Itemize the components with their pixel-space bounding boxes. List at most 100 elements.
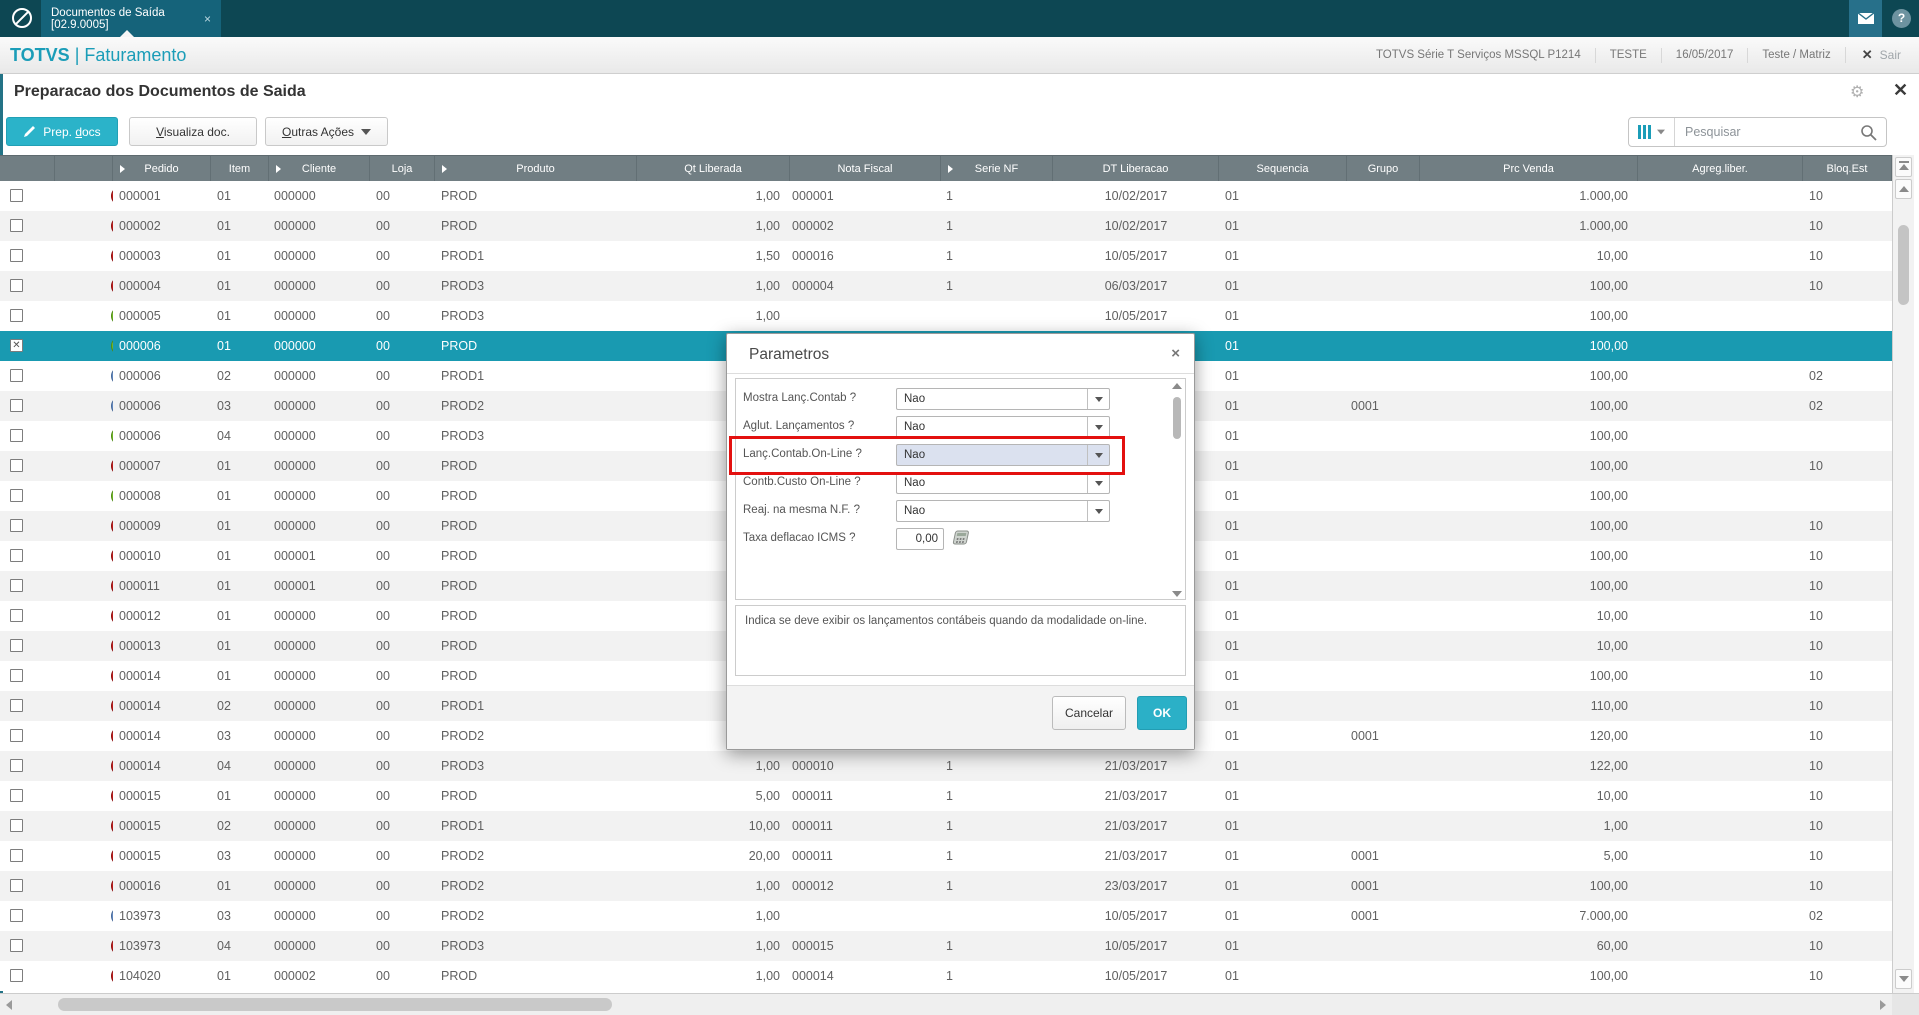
column-filter-button[interactable] [1629,118,1675,146]
table-row[interactable]: 000005 01 000000 00 PROD3 1,00 10/05/2017 01 100… [0,301,1892,331]
column-header-item[interactable]: Item [211,156,269,181]
column-header-bloq-est[interactable]: Bloq.Est [1803,156,1892,181]
row-checkbox[interactable] [10,279,23,292]
cell: 10 [1809,279,1823,293]
horizontal-scroll-thumb[interactable] [58,998,612,1011]
table-row[interactable]: 000015 02 000000 00 PROD1 10,00 000011 1 21/03/2… [0,811,1892,841]
row-checkbox[interactable] [10,249,23,262]
cell: 1 [946,849,953,863]
ok-button[interactable]: OK [1137,696,1187,730]
logout-button[interactable]: ✕ Sair [1844,47,1911,63]
table-row[interactable]: 104020 01 000002 00 PROD 1,00 000014 1 10/05/201… [0,961,1892,991]
row-checkbox[interactable] [10,879,23,892]
row-checkbox[interactable] [10,819,23,832]
combo-arrow-icon[interactable] [1087,417,1109,437]
row-checkbox[interactable] [10,219,23,232]
column-header-agreg-liber-[interactable]: Agreg.liber. [1638,156,1803,181]
row-checkbox[interactable] [10,549,23,562]
table-row[interactable]: 000001 01 000000 00 PROD 1,00 000001 1 10/02/201… [0,181,1892,211]
row-checkbox[interactable] [10,399,23,412]
column-header-produto[interactable]: Produto [435,156,637,181]
table-row[interactable]: 000016 01 000000 00 PROD2 1,00 000012 1 23/03/20… [0,871,1892,901]
table-row[interactable]: 000015 03 000000 00 PROD2 20,00 000011 1 21/03/2… [0,841,1892,871]
table-row[interactable]: 000015 01 000000 00 PROD 5,00 000011 1 21/03/201… [0,781,1892,811]
row-checkbox[interactable] [10,729,23,742]
param-combo[interactable]: Nao [896,416,1110,438]
visualiza-doc-button[interactable]: Visualiza doc. [129,117,257,146]
combo-arrow-icon[interactable] [1087,501,1109,521]
search-input[interactable] [1675,125,1860,139]
row-checkbox[interactable] [10,429,23,442]
horizontal-scrollbar[interactable] [0,993,1892,1015]
column-header-prc-venda[interactable]: Prc Venda [1420,156,1638,181]
page-close-icon[interactable]: ✕ [1893,80,1908,101]
column-header-nota-fiscal[interactable]: Nota Fiscal [790,156,941,181]
column-header-qt-liberada[interactable]: Qt Liberada [637,156,790,181]
cell: 00 [376,429,390,443]
calculator-icon[interactable] [952,530,970,551]
column-header-pedido[interactable]: Pedido [113,156,211,181]
param-input[interactable]: 0,00 [896,528,944,550]
row-checkbox[interactable] [10,639,23,652]
scroll-down-button[interactable] [1895,969,1912,989]
column-header-sequencia[interactable]: Sequencia [1219,156,1347,181]
cell: 7.000,00 [1579,909,1628,923]
checkbox-cell [0,541,55,571]
gear-icon[interactable]: ⚙ [1850,82,1864,102]
vertical-scrollbar[interactable] [1892,155,1914,993]
table-row[interactable]: 000004 01 000000 00 PROD3 1,00 000004 1 06/03/20… [0,271,1892,301]
cell: 5,00 [1603,849,1628,863]
column-header-cliente[interactable]: Cliente [269,156,370,181]
cell [1347,931,1420,961]
param-combo[interactable]: Nao [896,388,1110,410]
cell [1638,301,1803,331]
dialog-close-icon[interactable]: × [1171,345,1180,362]
row-checkbox[interactable] [10,909,23,922]
table-row[interactable]: 000002 01 000000 00 PROD 1,00 000002 1 10/02/201… [0,211,1892,241]
row-checkbox[interactable] [10,309,23,322]
column-header-grupo[interactable]: Grupo [1347,156,1420,181]
param-combo[interactable]: Nao [896,444,1110,466]
row-checkbox[interactable] [10,759,23,772]
row-checkbox[interactable] [10,789,23,802]
outras-acoes-button[interactable]: Outras Ações [265,117,388,146]
row-checkbox[interactable] [10,699,23,712]
tab-notch [120,30,134,37]
combo-arrow-icon[interactable] [1087,389,1109,409]
scroll-up-button[interactable] [1895,179,1912,199]
cell: 1,00 [755,219,780,233]
column-header-dt-liberacao[interactable]: DT Liberacao [1053,156,1219,181]
param-combo[interactable]: Nao [896,472,1110,494]
param-combo[interactable]: Nao [896,500,1110,522]
scroll-top-button[interactable] [1895,157,1912,177]
column-header-serie-nf[interactable]: Serie NF [941,156,1053,181]
column-header-loja[interactable]: Loja [370,156,435,181]
vertical-scroll-thumb[interactable] [1898,225,1909,305]
help-button[interactable]: ? [1892,9,1911,28]
row-checkbox[interactable] [10,189,23,202]
row-checkbox[interactable] [10,669,23,682]
tab-close-icon[interactable]: × [204,12,211,26]
cancel-button[interactable]: Cancelar [1052,696,1126,730]
table-row[interactable]: 103973 04 000000 00 PROD3 1,00 000015 1 10/05/20… [0,931,1892,961]
row-checkbox[interactable] [10,369,23,382]
row-checkbox[interactable] [10,579,23,592]
column-header-blank-1[interactable] [55,156,113,181]
combo-arrow-icon[interactable] [1087,445,1109,465]
table-row[interactable]: 103973 03 000000 00 PROD2 1,00 10/05/2017 01 000… [0,901,1892,931]
mail-button[interactable] [1849,0,1882,37]
prep-docs-button[interactable]: Prep. docs [6,117,118,146]
table-row[interactable]: 000003 01 000000 00 PROD1 1,50 000016 1 10/05/20… [0,241,1892,271]
column-header-blank-0[interactable] [0,156,55,181]
row-checkbox[interactable] [10,489,23,502]
row-checkbox[interactable]: ✕ [10,339,23,352]
row-checkbox[interactable] [10,849,23,862]
row-checkbox[interactable] [10,969,23,982]
search-icon[interactable] [1860,124,1886,141]
combo-arrow-icon[interactable] [1087,473,1109,493]
row-checkbox[interactable] [10,459,23,472]
row-checkbox[interactable] [10,519,23,532]
row-checkbox[interactable] [10,939,23,952]
table-row[interactable]: 000014 04 000000 00 PROD3 1,00 000010 1 21/03/20… [0,751,1892,781]
row-checkbox[interactable] [10,609,23,622]
